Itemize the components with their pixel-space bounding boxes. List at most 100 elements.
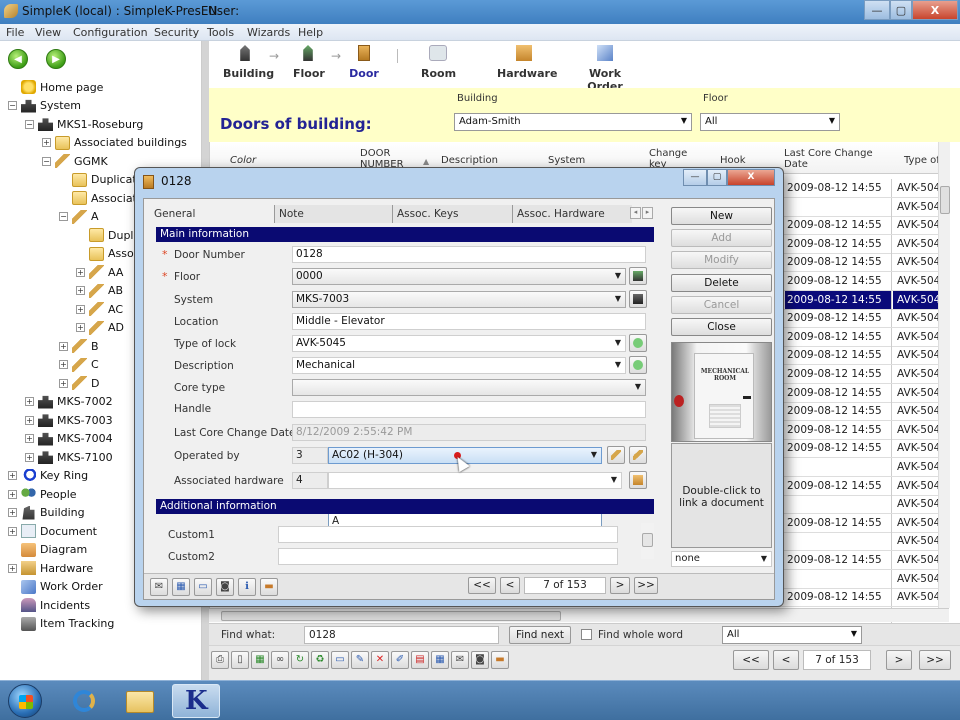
delete-button[interactable]: Delete (671, 274, 772, 292)
table-view-button[interactable]: ▦ (172, 578, 190, 596)
menu-view[interactable]: View (35, 26, 61, 39)
camera-button[interactable]: ◙ (471, 651, 489, 669)
tree-item[interactable]: − A (59, 208, 99, 226)
tree-item[interactable]: + MKS-7100 (25, 448, 113, 466)
search-button[interactable]: ∞ (271, 651, 289, 669)
menu-security[interactable]: Security (154, 26, 199, 39)
system-lookup-button[interactable] (629, 290, 647, 308)
expand-icon[interactable]: + (59, 360, 68, 369)
expand-icon[interactable]: + (76, 323, 85, 332)
expand-icon[interactable]: + (8, 489, 17, 499)
tree-item[interactable]: + Associated buildings (42, 134, 187, 152)
history-button[interactable]: ℹ (238, 578, 256, 596)
delete-record-button[interactable]: ✕ (371, 651, 389, 669)
tree-item[interactable]: Asso (76, 245, 134, 263)
expand-icon[interactable]: + (25, 415, 34, 425)
modify-button[interactable]: ✐ (391, 651, 409, 669)
dialog-pager-last-button[interactable]: >> (634, 577, 658, 594)
print-button[interactable]: ⎙ (211, 651, 229, 669)
document-link-area[interactable]: Double-click to link a document (671, 443, 772, 548)
cancel-button[interactable]: Cancel (671, 296, 772, 314)
column-header-hook[interactable]: Hook (720, 155, 746, 166)
tree-item[interactable]: Incidents (8, 596, 90, 614)
refresh-filter-button[interactable]: ↻ (291, 651, 309, 669)
tree-item[interactable]: + D (59, 374, 99, 392)
print-preview-button[interactable]: ▯ (231, 651, 249, 669)
pager-first-button[interactable]: << (733, 650, 769, 670)
tab-general[interactable]: General (150, 205, 274, 223)
associated-hardware-button[interactable] (629, 471, 647, 489)
tab-scroll-left-button[interactable]: ◂ (630, 207, 641, 219)
document-select[interactable]: none ▼ (671, 551, 772, 567)
tree-item[interactable]: + AD (76, 319, 124, 337)
find-next-button[interactable]: Find next (509, 626, 571, 644)
floor-filter-select[interactable]: All ▼ (700, 113, 840, 131)
column-header-color[interactable]: Color (230, 155, 256, 166)
tree-item[interactable]: − System (8, 97, 81, 115)
tab-assoc-keys[interactable]: Assoc. Keys (392, 205, 512, 223)
tab-scroll-right-button[interactable]: ▸ (642, 207, 653, 219)
column-header-type-of[interactable]: Type of (904, 155, 940, 166)
tree-item[interactable]: + AC (76, 300, 123, 318)
expand-icon[interactable]: + (8, 563, 17, 573)
door-photo[interactable]: MECHANICAL ROOM (671, 342, 772, 442)
tree-item[interactable]: + MKS-7004 (25, 430, 113, 448)
tree-item[interactable]: + Building (8, 504, 85, 522)
dialog-close-button[interactable]: X (727, 169, 775, 186)
scrollbar-thumb[interactable] (940, 186, 950, 214)
expand-icon[interactable]: + (25, 397, 34, 406)
custom2-input[interactable] (278, 548, 618, 565)
toolbar-work-order-button[interactable]: Work Order (573, 45, 637, 93)
expand-icon[interactable]: + (42, 138, 51, 147)
expand-icon[interactable]: + (76, 304, 85, 314)
custom1-input[interactable] (278, 526, 618, 543)
add-button[interactable]: Add (671, 229, 772, 247)
tab-assoc-hardware[interactable]: Assoc. Hardware (512, 205, 632, 223)
diagram-button[interactable]: ▬ (260, 578, 278, 596)
description-select[interactable]: Mechanical ▼ (292, 357, 626, 374)
form-view-button[interactable]: ▭ (194, 578, 212, 596)
minimize-button[interactable]: — (864, 0, 890, 20)
table-view-button[interactable]: ▦ (431, 651, 449, 669)
handle-input[interactable] (292, 401, 646, 418)
toolbar-hardware-button[interactable]: Hardware (497, 45, 557, 80)
associated-hardware-select[interactable]: ▼ (328, 472, 622, 489)
dialog-minimize-button[interactable]: — (683, 169, 707, 186)
tree-item[interactable]: + C (59, 356, 99, 374)
expand-icon[interactable]: + (76, 286, 85, 295)
tree-item[interactable]: + MKS-7002 (25, 393, 113, 411)
toolbar-building-button[interactable]: Building (223, 45, 274, 80)
tree-item[interactable]: − MKS1-Roseburg (25, 115, 143, 133)
column-header-system[interactable]: System (548, 155, 585, 166)
new-button[interactable]: New (671, 207, 772, 225)
collapse-icon[interactable]: − (42, 156, 51, 166)
scrollbar-thumb[interactable] (221, 611, 561, 621)
tree-item[interactable]: + AB (76, 282, 123, 300)
tree-item[interactable]: Diagram (8, 541, 87, 559)
tree-item[interactable]: Work Order (8, 578, 103, 596)
type-of-lock-add-button[interactable] (629, 334, 647, 352)
start-button[interactable] (8, 684, 42, 718)
type-of-lock-select[interactable]: AVK-5045 ▼ (292, 335, 626, 352)
export-excel-button[interactable]: ▦ (251, 651, 269, 669)
tree-item[interactable]: + AA (76, 263, 123, 281)
system-select[interactable]: MKS-7003 ▼ (292, 291, 626, 308)
scrollbar-thumb[interactable] (642, 533, 653, 547)
tree-item[interactable]: Associate (59, 189, 144, 207)
collapse-icon[interactable]: − (59, 212, 68, 221)
tree-item[interactable]: + People (8, 485, 77, 503)
diagram-button[interactable]: ▬ (491, 651, 509, 669)
building-filter-select[interactable]: Adam-Smith ▼ (454, 113, 692, 131)
expand-icon[interactable]: + (8, 508, 17, 517)
pager-last-button[interactable]: >> (919, 650, 951, 670)
back-button[interactable]: ◀ (8, 49, 28, 69)
toolbar-floor-button[interactable]: Floor (293, 45, 325, 80)
modify-button[interactable]: Modify (671, 251, 772, 269)
tab-note[interactable]: Note (274, 205, 392, 223)
close-dialog-button[interactable]: Close (671, 318, 772, 336)
dialog-maximize-button[interactable]: ▢ (707, 169, 727, 186)
taskbar-file-explorer[interactable] (116, 684, 164, 718)
expand-icon[interactable]: + (25, 434, 34, 443)
toolbar-room-button[interactable]: Room (421, 45, 456, 80)
grid-horizontal-scrollbar[interactable] (209, 608, 949, 622)
